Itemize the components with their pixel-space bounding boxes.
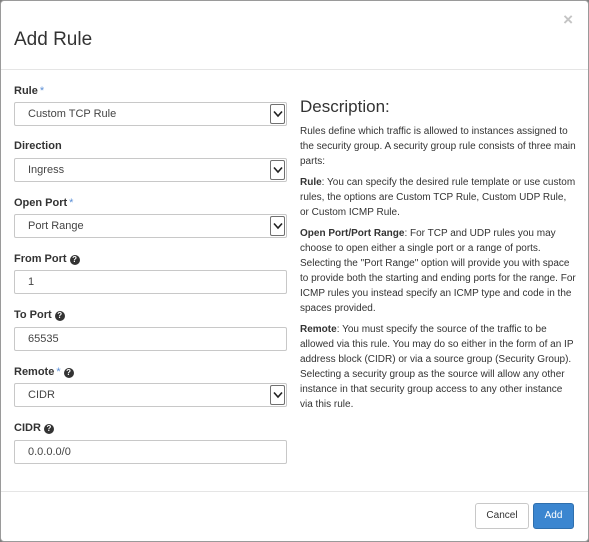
direction-select[interactable]: Ingress — [14, 158, 287, 182]
add-button[interactable]: Add — [533, 503, 574, 529]
direction-label-text: Direction — [14, 140, 62, 152]
remote-label: Remote *? — [14, 365, 74, 379]
description-port-term: Open Port/Port Range — [300, 228, 405, 239]
chevron-down-icon — [270, 216, 285, 236]
description-port-text: : For TCP and UDP rules you may choose t… — [300, 228, 576, 314]
required-marker: * — [69, 197, 74, 209]
required-marker: * — [39, 85, 45, 97]
description-rule-text: : You can specify the desired rule templ… — [300, 177, 576, 218]
rule-select[interactable]: Custom TCP Rule — [14, 102, 287, 126]
open-port-select-value: Port Range — [28, 220, 84, 232]
rule-label-text: Rule — [14, 85, 38, 97]
to-port-input[interactable]: 65535 — [14, 327, 287, 351]
dialog-title: Add Rule — [14, 29, 93, 50]
description-port: Open Port/Port Range: For TCP and UDP ru… — [300, 227, 576, 316]
open-port-label-text: Open Port — [14, 197, 68, 209]
description-intro: Rules define which traffic is allowed to… — [300, 126, 576, 167]
description-remote-text: : You must specify the source of the tra… — [300, 324, 574, 410]
cidr-input[interactable]: 0.0.0.0/0 — [14, 440, 287, 464]
rule-select-value: Custom TCP Rule — [28, 108, 117, 120]
cidr-label: CIDR? — [14, 421, 54, 435]
chevron-down-icon — [270, 385, 285, 405]
from-port-input-value: 1 — [28, 276, 35, 288]
direction-label: Direction — [14, 139, 62, 153]
chevron-down-icon — [270, 160, 285, 180]
cancel-button[interactable]: Cancel — [475, 503, 529, 529]
add-rule-dialog: Add Rule × Rule * Custom TCP Rule Directi… — [0, 0, 589, 542]
help-icon[interactable]: ? — [43, 424, 54, 434]
remote-label-text: Remote — [14, 366, 55, 378]
remote-select[interactable]: CIDR — [14, 383, 287, 407]
from-port-label: From Port? — [14, 252, 80, 266]
from-port-input[interactable]: 1 — [14, 270, 287, 294]
description-remote-term: Remote — [300, 324, 337, 335]
open-port-label: Open Port * — [14, 196, 73, 210]
dialog-header: Add Rule × — [1, 1, 588, 70]
description-title: Description: — [300, 97, 390, 116]
cidr-input-value: 0.0.0.0/0 — [28, 446, 71, 458]
description-remote: Remote: You must specify the source of t… — [300, 323, 576, 412]
direction-select-value: Ingress — [28, 164, 65, 176]
from-port-label-text: From Port — [14, 253, 67, 265]
to-port-label: To Port? — [14, 308, 65, 322]
rule-label: Rule * — [14, 84, 44, 98]
help-icon[interactable]: ? — [69, 255, 80, 265]
dialog-footer: Cancel Add — [1, 491, 588, 541]
close-icon[interactable]: × — [563, 11, 573, 29]
open-port-select[interactable]: Port Range — [14, 214, 287, 238]
description-rule-term: Rule — [300, 177, 322, 188]
to-port-input-value: 65535 — [28, 333, 59, 345]
remote-select-value: CIDR — [28, 389, 55, 401]
to-port-label-text: To Port — [14, 309, 52, 321]
description-rule: Rule: You can specify the desired rule t… — [300, 176, 576, 221]
required-marker: * — [56, 366, 61, 378]
help-icon[interactable]: ? — [54, 311, 65, 321]
chevron-down-icon — [270, 104, 285, 124]
cidr-label-text: CIDR — [14, 422, 41, 434]
help-icon[interactable]: ? — [63, 368, 74, 378]
